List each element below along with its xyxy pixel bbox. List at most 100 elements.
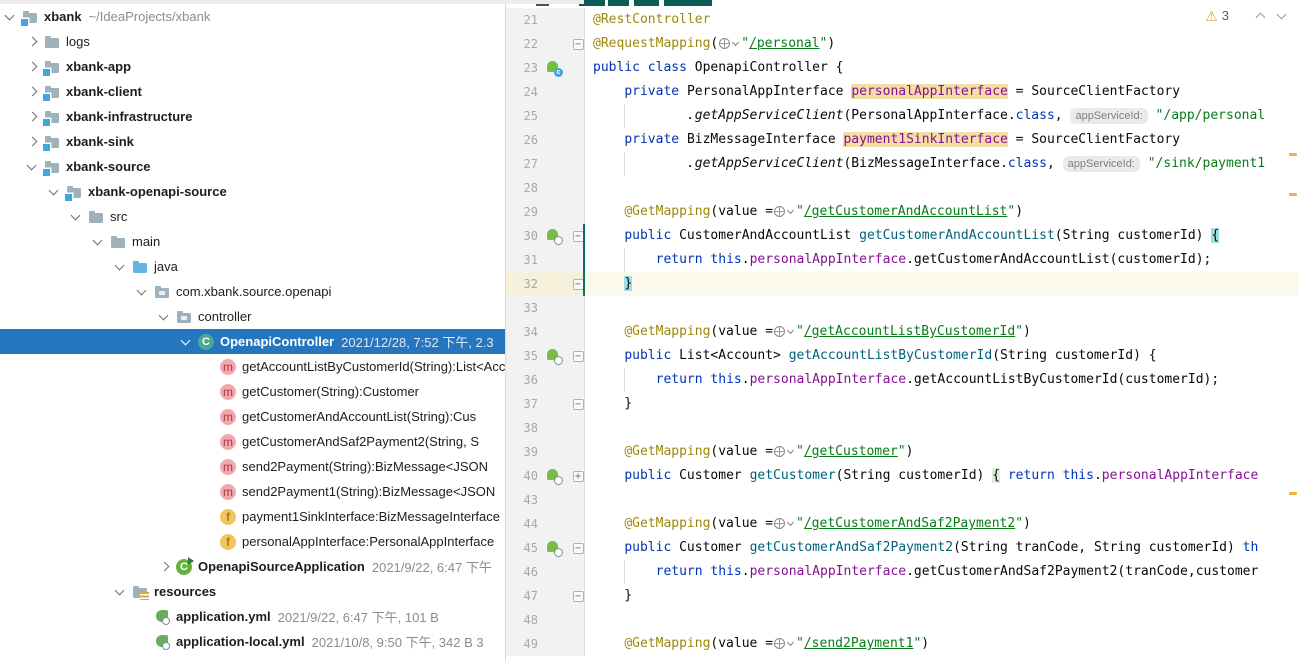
code-token[interactable] <box>593 276 624 291</box>
request-mapping-icon[interactable] <box>546 228 562 244</box>
code-token[interactable]: class <box>1008 156 1047 171</box>
code-token[interactable]: ) <box>906 444 914 459</box>
line-number[interactable]: 27 <box>512 152 538 176</box>
code-token[interactable]: @GetMapping <box>624 444 710 459</box>
code-token[interactable]: public <box>624 540 679 555</box>
line-number[interactable]: 40 <box>512 464 538 488</box>
tree-row-xbank-root[interactable]: xbank~/IdeaProjects/xbank <box>0 4 505 29</box>
url-inlay-globe-icon[interactable] <box>774 446 795 457</box>
line-number[interactable]: 30 <box>512 224 538 248</box>
code-line-44[interactable]: 44 @GetMapping(value ="/getCustomerAndSa… <box>506 512 1299 536</box>
line-number[interactable]: 49 <box>512 632 538 656</box>
tree-chevron-down-icon[interactable] <box>2 9 18 25</box>
code-token[interactable]: . <box>1094 468 1102 483</box>
code-text[interactable] <box>585 296 1299 320</box>
code-token[interactable]: getCustomer <box>750 468 836 483</box>
code-token[interactable] <box>1000 468 1008 483</box>
code-token[interactable]: " <box>796 636 804 651</box>
code-token[interactable]: /getAccountListByCustomerId <box>804 324 1015 339</box>
code-token[interactable]: (value = <box>710 444 773 459</box>
code-text[interactable]: public CustomerAndAccountList getCustome… <box>585 224 1299 248</box>
code-token[interactable]: .getAppServiceClient <box>687 108 844 123</box>
line-number[interactable]: 33 <box>512 296 538 320</box>
code-token[interactable]: (value = <box>710 636 773 651</box>
code-line-21[interactable]: 21 @RestController <box>506 8 1299 32</box>
code-line-27[interactable]: 27 .getAppServiceClient(BizMessageInterf… <box>506 152 1299 176</box>
tree-row-application-yml[interactable]: application.yml2021/9/22, 6:47 下午, 101 B <box>0 604 505 629</box>
line-number[interactable]: 43 <box>512 488 538 512</box>
code-line-32[interactable]: 32− } <box>506 272 1299 296</box>
code-token[interactable]: "/app/personal <box>1156 108 1266 123</box>
code-line-46[interactable]: 46 return this.personalAppInterface.getC… <box>506 560 1299 584</box>
line-number[interactable]: 32 <box>512 272 538 296</box>
code-text[interactable]: } <box>585 584 1299 608</box>
line-number[interactable]: 24 <box>512 80 538 104</box>
code-token[interactable]: ) <box>1023 324 1031 339</box>
tree-row-xbank-client[interactable]: xbank-client <box>0 79 505 104</box>
code-token[interactable]: public class <box>593 60 695 75</box>
line-number[interactable]: 29 <box>512 200 538 224</box>
code-token[interactable]: . <box>742 372 750 387</box>
tree-row-java[interactable]: java <box>0 254 505 279</box>
code-token[interactable]: /personal <box>749 36 819 51</box>
code-token[interactable]: .getCustomerAndAccountList(customerId); <box>906 252 1211 267</box>
url-inlay-globe-icon[interactable] <box>774 638 795 649</box>
unfold-icon[interactable]: + <box>573 471 584 482</box>
code-line-35[interactable]: 35− public List<Account> getAccountListB… <box>506 344 1299 368</box>
code-token[interactable]: = SourceClientFactory <box>1008 132 1180 147</box>
scrollbar-warning-mark[interactable] <box>1289 492 1297 495</box>
code-token[interactable]: public <box>624 228 679 243</box>
code-text[interactable] <box>585 176 1299 200</box>
code-text[interactable] <box>585 416 1299 440</box>
code-line-28[interactable]: 28 <box>506 176 1299 200</box>
tree-chevron-right-icon[interactable] <box>24 134 40 150</box>
code-line-37[interactable]: 37 − } <box>506 392 1299 416</box>
code-token[interactable]: @GetMapping <box>624 204 710 219</box>
tree-row-method-getCustomerAndAccountList[interactable]: mgetCustomerAndAccountList(String):Cus <box>0 404 505 429</box>
tree-row-method-send2Payment1[interactable]: msend2Payment1(String):BizMessage<JSON <box>0 479 505 504</box>
code-token[interactable]: getCustomerAndAccountList <box>859 228 1055 243</box>
tree-row-method-getAccountListByCustomerId[interactable]: mgetAccountListByCustomerId(String):List… <box>0 354 505 379</box>
code-line-38[interactable]: 38 <box>506 416 1299 440</box>
code-token[interactable]: " <box>741 36 749 51</box>
fold-icon[interactable]: − <box>573 351 584 362</box>
tree-chevron-down-icon[interactable] <box>134 284 150 300</box>
code-token[interactable] <box>1140 156 1148 171</box>
code-text[interactable]: public Customer getCustomer(String custo… <box>585 464 1299 488</box>
code-line-25[interactable]: 25 .getAppServiceClient(PersonalAppInter… <box>506 104 1299 128</box>
code-token[interactable]: @RestController <box>593 12 710 27</box>
code-token[interactable]: /getCustomerAndAccountList <box>804 204 1008 219</box>
code-token[interactable]: (value = <box>710 516 773 531</box>
code-text[interactable]: .getAppServiceClient(BizMessageInterface… <box>585 152 1299 176</box>
fold-icon[interactable]: − <box>573 399 584 410</box>
tree-row-xbank-source[interactable]: xbank-source <box>0 154 505 179</box>
code-token[interactable]: , <box>1055 108 1071 123</box>
next-problem-arrow-icon[interactable] <box>1277 10 1287 20</box>
code-token[interactable]: " <box>796 324 804 339</box>
code-text[interactable]: public List<Account> getAccountListByCus… <box>585 344 1299 368</box>
tree-row-controller[interactable]: controller <box>0 304 505 329</box>
line-number[interactable]: 37 <box>512 392 538 416</box>
tree-chevron-down-icon[interactable] <box>24 159 40 175</box>
line-number[interactable]: 46 <box>512 560 538 584</box>
code-token[interactable]: /send2Payment1 <box>804 636 914 651</box>
code-token[interactable]: private <box>624 84 687 99</box>
scrollbar-warning-mark[interactable] <box>1289 193 1297 196</box>
code-token[interactable]: /getCustomerAndSaf2Payment2 <box>804 516 1015 531</box>
code-token[interactable]: CustomerAndAccountList <box>679 228 859 243</box>
tree-chevron-right-icon[interactable] <box>24 59 40 75</box>
code-token[interactable]: " <box>796 516 804 531</box>
code-token[interactable]: @GetMapping <box>624 516 710 531</box>
fold-icon[interactable]: − <box>573 39 584 50</box>
code-token[interactable]: personalAppInterface <box>750 564 907 579</box>
code-text[interactable]: return this.personalAppInterface.getCust… <box>585 248 1299 272</box>
line-number[interactable]: 47 <box>512 584 538 608</box>
code-line-23[interactable]: 23cpublic class OpenapiController { <box>506 56 1299 80</box>
code-token[interactable]: (value = <box>710 204 773 219</box>
line-number[interactable]: 45 <box>512 536 538 560</box>
code-token[interactable]: } <box>593 396 632 411</box>
code-token[interactable]: (value = <box>710 324 773 339</box>
line-number[interactable]: 21 <box>512 8 538 32</box>
code-token[interactable]: (BizMessageInterface. <box>843 156 1007 171</box>
previous-problem-arrow-icon[interactable] <box>1256 13 1266 23</box>
